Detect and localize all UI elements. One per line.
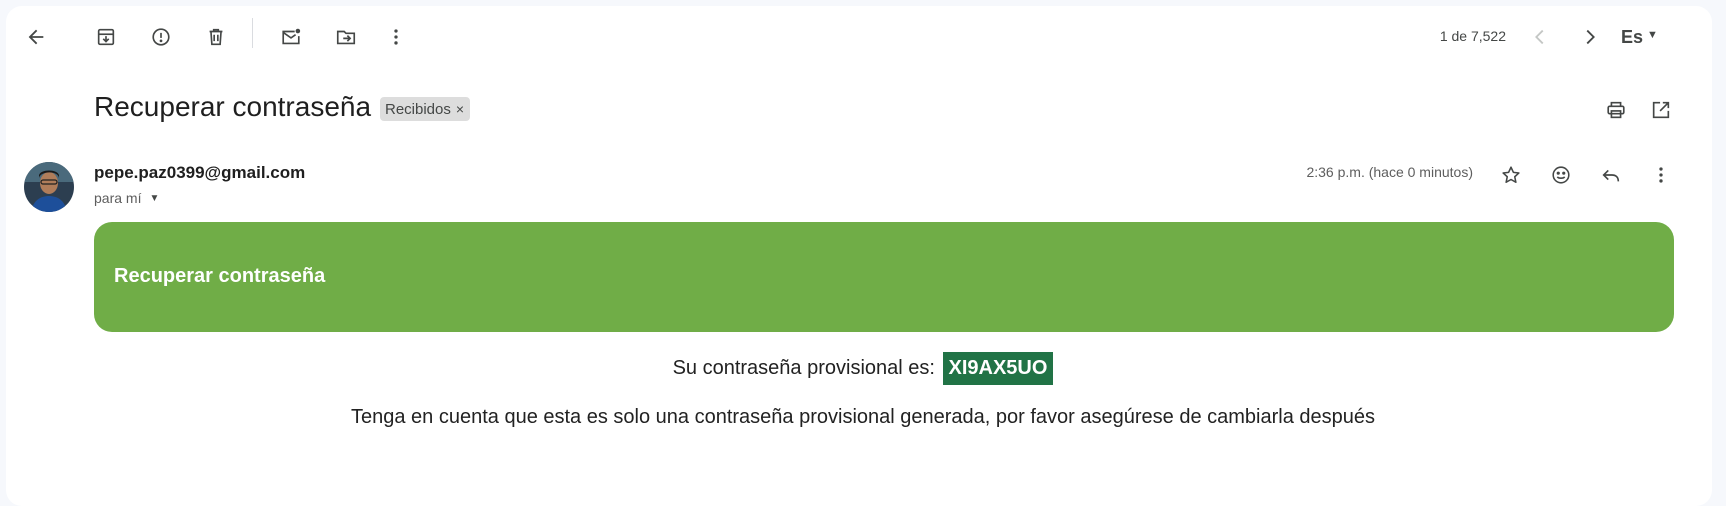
open-new-window-icon[interactable] (1641, 90, 1681, 130)
back-arrow-icon[interactable] (16, 17, 56, 57)
sender-avatar[interactable] (24, 162, 74, 212)
emoji-reaction-icon[interactable] (1541, 155, 1581, 195)
email-subject: Recuperar contraseña (94, 91, 372, 122)
label-chip-inbox[interactable]: Recibidos × (380, 97, 471, 121)
dropdown-arrow-icon: ▼ (149, 192, 160, 204)
print-icon[interactable] (1596, 90, 1636, 130)
sender-email[interactable]: pepe.paz0399@gmail.com (94, 163, 305, 183)
message-timestamp: 2:36 p.m. (hace 0 minutos) (1306, 164, 1473, 180)
more-vert-icon[interactable] (376, 17, 416, 57)
toolbar-divider (252, 18, 253, 48)
pager-count: 1 de 7,522 (1439, 28, 1506, 44)
label-chip-text: Recibidos (385, 100, 451, 118)
input-tools-button[interactable]: Es ▼ (1621, 22, 1658, 52)
caret-down-icon: ▼ (1647, 29, 1658, 41)
email-header-banner: Recuperar contraseña (94, 222, 1674, 332)
archive-icon[interactable] (86, 17, 126, 57)
star-icon[interactable] (1491, 155, 1531, 195)
reply-icon[interactable] (1591, 155, 1631, 195)
delete-icon[interactable] (196, 17, 236, 57)
message-more-vert-icon[interactable] (1641, 155, 1681, 195)
banner-title: Recuperar contraseña (114, 265, 326, 287)
password-prefix: Su contraseña provisional es: (672, 357, 935, 379)
report-spam-icon[interactable] (141, 17, 181, 57)
remove-label-icon[interactable]: × (456, 101, 464, 117)
move-to-icon[interactable] (326, 17, 366, 57)
provisional-password: XI9AX5UO (942, 352, 1054, 385)
mark-unread-icon[interactable] (271, 17, 311, 57)
password-note: Tenga en cuenta que esta es solo una con… (350, 406, 1375, 428)
recipient-details-toggle[interactable]: para mí ▼ (94, 190, 159, 206)
older-chevron-icon[interactable] (1570, 17, 1610, 57)
language-label: Es (1621, 26, 1644, 47)
recipient-label: para mí (94, 190, 142, 206)
newer-chevron-icon[interactable] (1520, 17, 1560, 57)
password-line: Su contraseña provisional es: XI9AX5UO (0, 352, 1726, 385)
